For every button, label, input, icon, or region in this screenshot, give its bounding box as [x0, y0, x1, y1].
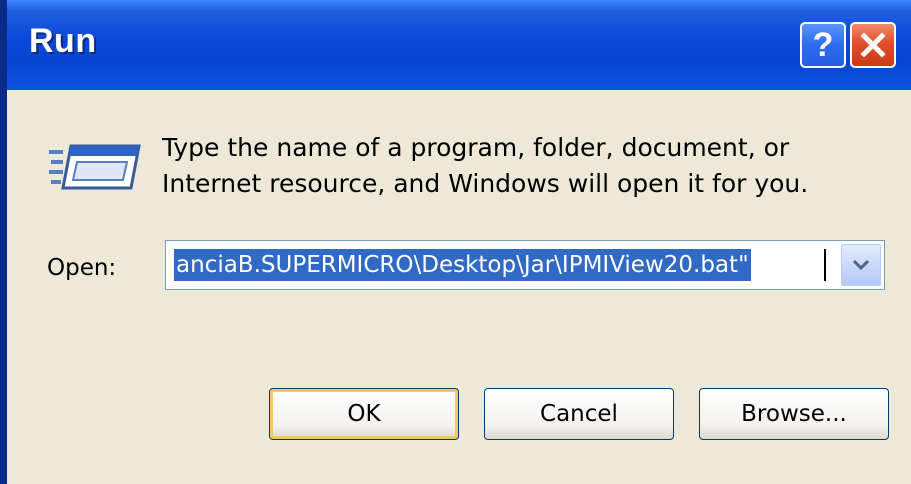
description-line-2: Internet resource, and Windows will open… [162, 169, 809, 198]
ok-button[interactable]: OK [269, 388, 459, 440]
close-button[interactable] [850, 22, 896, 68]
chevron-down-icon [852, 259, 870, 271]
title-bar[interactable]: Run ? [7, 0, 911, 90]
description-line-1: Type the name of a program, folder, docu… [162, 133, 790, 162]
text-caret [824, 249, 826, 281]
window-left-border [0, 0, 7, 484]
open-input-value[interactable]: anciaB.SUPERMICRO\Desktop\Jar\IPMIView20… [174, 249, 751, 281]
window-title: Run [29, 22, 97, 60]
close-icon [860, 32, 886, 58]
run-program-icon [49, 144, 141, 190]
browse-button[interactable]: Browse... [699, 388, 889, 440]
run-dialog: Run ? Type the name of a program, folder… [0, 0, 911, 484]
dialog-description: Type the name of a program, folder, docu… [162, 130, 882, 202]
help-icon: ? [812, 25, 834, 64]
dialog-body: Type the name of a program, folder, docu… [7, 90, 911, 484]
cancel-button[interactable]: Cancel [484, 388, 674, 440]
open-label: Open: [47, 255, 117, 281]
help-button[interactable]: ? [800, 22, 846, 68]
open-combobox[interactable]: anciaB.SUPERMICRO\Desktop\Jar\IPMIView20… [165, 240, 885, 290]
open-dropdown-button[interactable] [841, 244, 881, 286]
